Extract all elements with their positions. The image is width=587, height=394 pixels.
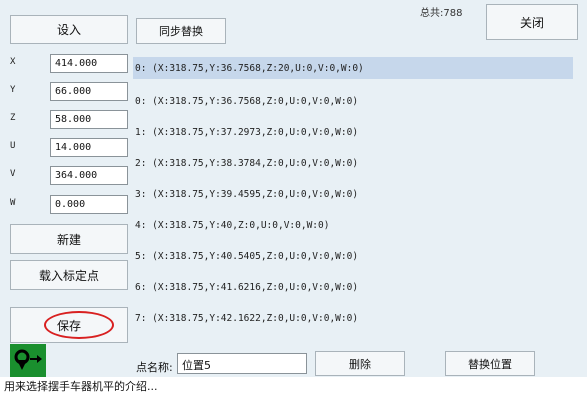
axis-label-z: Z xyxy=(10,113,16,123)
point-list-row[interactable]: 7: (X:318.75,Y:42.1622,Z:0,U:0,V:0,W:0) xyxy=(133,307,573,329)
axis-label-x: X xyxy=(10,57,16,67)
axis-label-w: W xyxy=(10,198,16,208)
point-list[interactable]: 0: (X:318.75,Y:36.7568,Z:20,U:0,V:0,W:0)… xyxy=(133,54,573,344)
total-count-label: 总共:788 xyxy=(420,8,463,19)
point-list-row[interactable]: 5: (X:318.75,Y:40.5405,Z:0,U:0,V:0,W:0) xyxy=(133,245,573,267)
point-list-row[interactable]: 1: (X:318.75,Y:37.2973,Z:0,U:0,V:0,W:0) xyxy=(133,121,573,143)
location-pin-arrow-icon[interactable] xyxy=(10,344,46,377)
point-list-row[interactable]: 0: (X:318.75,Y:36.7568,Z:20,U:0,V:0,W:0) xyxy=(133,57,573,79)
point-editor-window: 设入 同步替换 总共:788 关闭 X 414.000 Y 66.000 Z 5… xyxy=(0,0,587,377)
axis-label-v: V xyxy=(10,169,16,179)
point-list-row[interactable]: 4: (X:318.75,Y:40,Z:0,U:0,V:0,W:0) xyxy=(133,214,573,236)
axis-label-u: U xyxy=(10,141,16,151)
point-list-row[interactable]: 2: (X:318.75,Y:38.3784,Z:0,U:0,V:0,W:0) xyxy=(133,152,573,174)
caption-text: 用来选择摆手车器机平的介绍... xyxy=(0,378,587,394)
point-name-input[interactable]: 位置5 xyxy=(177,353,307,374)
axis-input-u[interactable]: 14.000 xyxy=(50,138,128,157)
point-name-label: 点名称: xyxy=(136,361,173,374)
point-list-row[interactable]: 0: (X:318.75,Y:36.7568,Z:0,U:0,V:0,W:0) xyxy=(133,90,573,112)
axis-label-y: Y xyxy=(10,85,16,95)
set-in-button[interactable]: 设入 xyxy=(10,15,128,44)
close-button[interactable]: 关闭 xyxy=(486,4,578,40)
new-point-button[interactable]: 新建 xyxy=(10,224,128,254)
point-list-row[interactable]: 3: (X:318.75,Y:39.4595,Z:0,U:0,V:0,W:0) xyxy=(133,183,573,205)
axis-input-x[interactable]: 414.000 xyxy=(50,54,128,73)
axis-input-y[interactable]: 66.000 xyxy=(50,82,128,101)
load-calibration-button[interactable]: 载入标定点 xyxy=(10,260,128,290)
point-list-row[interactable]: 6: (X:318.75,Y:41.6216,Z:0,U:0,V:0,W:0) xyxy=(133,276,573,298)
replace-position-button[interactable]: 替换位置 xyxy=(445,351,535,376)
axis-input-z[interactable]: 58.000 xyxy=(50,110,128,129)
delete-button[interactable]: 删除 xyxy=(315,351,405,376)
axis-input-v[interactable]: 364.000 xyxy=(50,166,128,185)
sync-replace-button[interactable]: 同步替换 xyxy=(136,18,226,44)
axis-input-w[interactable]: 0.000 xyxy=(50,195,128,214)
save-highlight-oval xyxy=(44,311,114,339)
